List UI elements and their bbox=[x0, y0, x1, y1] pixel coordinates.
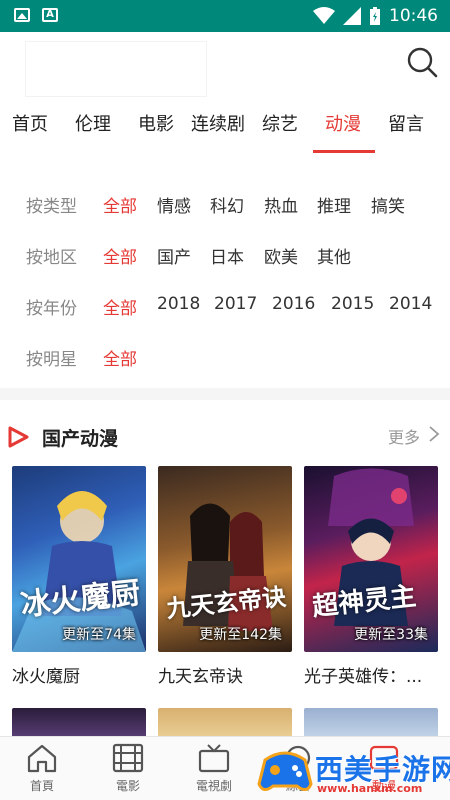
bottom-tab-home[interactable]: 首頁 bbox=[2, 743, 82, 794]
filter-row-type: 按类型 全部 情感 科幻 热血 推理 搞笑 bbox=[0, 192, 450, 232]
tab-messages[interactable]: 留言 bbox=[388, 110, 424, 136]
filter-row-region: 按地区 全部 国产 日本 欧美 其他 bbox=[0, 243, 450, 283]
filter-option[interactable]: 科幻 bbox=[210, 192, 244, 217]
category-tabs: 首页 伦理 电影 连续剧 综艺 动漫 留言 bbox=[0, 104, 450, 154]
filter-option[interactable]: 2014 bbox=[389, 294, 432, 314]
card-title[interactable]: 九天玄帝诀 bbox=[158, 662, 292, 687]
anime-card[interactable]: 超神灵主 更新至33集 光子英雄传：... bbox=[304, 466, 438, 687]
film-icon bbox=[112, 743, 144, 773]
filter-option[interactable]: 全部 bbox=[103, 345, 137, 370]
anime-section: 国产动漫 更多 冰火魔厨 更新至74集 冰火魔厨 九天玄帝诀 更新至142集 九… bbox=[0, 400, 450, 740]
filter-option[interactable]: 2016 bbox=[272, 294, 315, 314]
filter-option[interactable]: 推理 bbox=[317, 192, 351, 217]
play-icon bbox=[8, 426, 29, 448]
tab-anime[interactable]: 动漫 bbox=[325, 110, 361, 136]
bottom-tab-movies[interactable]: 電影 bbox=[88, 743, 168, 794]
clock: 10:46 bbox=[389, 6, 438, 26]
tab-home[interactable]: 首页 bbox=[12, 110, 48, 136]
filter-label: 按明星 bbox=[26, 350, 77, 370]
episode-badge: 更新至33集 bbox=[354, 627, 428, 643]
filter-option[interactable]: 2017 bbox=[214, 294, 257, 314]
tab-variety[interactable]: 综艺 bbox=[262, 110, 298, 136]
status-bar: A 10:46 bbox=[0, 0, 450, 32]
anime-card[interactable]: 冰火魔厨 更新至74集 冰火魔厨 bbox=[12, 466, 146, 687]
home-icon bbox=[27, 744, 57, 773]
bottom-tab-label: 首頁 bbox=[29, 779, 54, 793]
filter-row-star: 按明星 全部 bbox=[0, 345, 450, 385]
filter-option[interactable]: 2015 bbox=[331, 294, 374, 314]
bottom-tab-label: 電影 bbox=[115, 779, 140, 793]
filter-label: 按年份 bbox=[26, 299, 77, 319]
filter-option[interactable]: 国产 bbox=[157, 243, 191, 268]
filter-option[interactable]: 搞笑 bbox=[371, 192, 405, 217]
filter-option[interactable]: 全部 bbox=[103, 192, 137, 217]
wifi-icon bbox=[313, 7, 335, 24]
image-notification-icon bbox=[14, 8, 30, 22]
filter-panel: 按类型 全部 情感 科幻 热血 推理 搞笑 按地区 全部 国产 日本 欧美 其他… bbox=[0, 170, 450, 388]
tab-movies[interactable]: 电影 bbox=[138, 110, 174, 136]
search-icon bbox=[407, 47, 438, 78]
battery-icon bbox=[370, 7, 380, 25]
filter-option[interactable]: 全部 bbox=[103, 243, 137, 268]
bottom-tab-tv[interactable]: 電視劇 bbox=[174, 743, 254, 794]
active-tab-indicator bbox=[313, 150, 375, 153]
signal-icon bbox=[343, 7, 361, 25]
app-logo bbox=[26, 42, 206, 96]
filter-label: 按地区 bbox=[26, 248, 77, 268]
font-notification-icon: A bbox=[42, 8, 58, 22]
search-button[interactable] bbox=[404, 44, 440, 80]
episode-badge: 更新至74集 bbox=[62, 627, 136, 643]
filter-row-year: 按年份 全部 2018 2017 2016 2015 2014 bbox=[0, 294, 450, 334]
watermark: 西美手游网 www.hanxm.com bbox=[255, 744, 450, 800]
bottom-tab-label: 電視劇 bbox=[195, 779, 232, 793]
filter-option[interactable]: 情感 bbox=[157, 192, 191, 217]
filter-option[interactable]: 热血 bbox=[264, 192, 298, 217]
tab-ethics[interactable]: 伦理 bbox=[75, 110, 111, 136]
watermark-url: www.hanxm.com bbox=[317, 782, 423, 795]
poster-image[interactable]: 超神灵主 更新至33集 bbox=[304, 466, 438, 652]
poster-image[interactable]: 冰火魔厨 更新至74集 bbox=[12, 466, 146, 652]
more-link[interactable]: 更多 bbox=[388, 424, 420, 448]
filter-option[interactable]: 其他 bbox=[317, 243, 351, 268]
card-title[interactable]: 光子英雄传：... bbox=[304, 662, 438, 687]
filter-option[interactable]: 2018 bbox=[157, 294, 200, 314]
anime-card[interactable]: 九天玄帝诀 更新至142集 九天玄帝诀 bbox=[158, 466, 292, 687]
episode-badge: 更新至142集 bbox=[199, 627, 282, 643]
section-title: 国产动漫 bbox=[42, 428, 119, 450]
filter-label: 按类型 bbox=[26, 197, 77, 217]
gamepad-logo-icon bbox=[257, 751, 313, 791]
filter-option[interactable]: 日本 bbox=[210, 243, 244, 268]
card-title[interactable]: 冰火魔厨 bbox=[12, 662, 146, 687]
tv-icon bbox=[198, 744, 230, 773]
poster-image[interactable]: 九天玄帝诀 更新至142集 bbox=[158, 466, 292, 652]
chevron-right-icon[interactable] bbox=[427, 424, 441, 444]
filter-option[interactable]: 全部 bbox=[103, 294, 137, 319]
filter-option[interactable]: 欧美 bbox=[264, 243, 298, 268]
tab-series[interactable]: 连续剧 bbox=[191, 110, 245, 136]
